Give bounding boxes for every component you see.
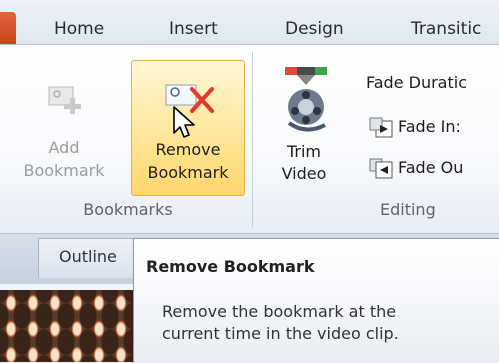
fade-out-label: Fade Ou (398, 158, 464, 177)
tooltip-title: Remove Bookmark (146, 257, 315, 276)
slide-thumbnail[interactable] (0, 290, 140, 362)
add-bookmark-icon (48, 86, 81, 114)
tooltip: Remove Bookmark Remove the bookmark at t… (133, 238, 499, 363)
group-separator (252, 52, 253, 228)
file-tab[interactable] (0, 12, 16, 44)
tooltip-line-1: Remove the bookmark at the (162, 302, 397, 321)
remove-bookmark-label-1: Remove (155, 140, 221, 159)
group-label-editing: Editing (380, 200, 436, 219)
tooltip-line-2: current time in the video clip. (162, 324, 399, 343)
trim-video-label-2: Video (281, 164, 327, 183)
trim-video-label-1: Trim (286, 142, 322, 161)
tab-transitions[interactable]: Transitic (411, 15, 481, 45)
add-bookmark-label-2: Bookmark (23, 161, 105, 180)
tooltip-description: Remove the bookmark at the current time … (162, 301, 492, 345)
trim-video-icon (285, 67, 327, 132)
fade-out-icon (369, 158, 393, 179)
fade-in-control[interactable]: Fade In: (368, 114, 499, 140)
mouse-cursor-icon (173, 106, 195, 138)
fade-in-label: Fade In: (398, 117, 461, 136)
tab-insert[interactable]: Insert (169, 15, 218, 45)
group-label-bookmarks: Bookmarks (83, 200, 173, 219)
tab-home[interactable]: Home (54, 15, 104, 45)
tab-outline[interactable]: Outline (38, 238, 148, 278)
remove-bookmark-label-2: Bookmark (147, 163, 229, 182)
add-bookmark-button[interactable]: Add Bookmark (8, 62, 120, 196)
add-bookmark-label-1: Add (48, 138, 80, 157)
fade-out-control[interactable]: Fade Ou (368, 155, 499, 181)
tab-design[interactable]: Design (285, 15, 344, 45)
fade-in-icon (369, 117, 393, 138)
trim-video-button[interactable]: Trim Video (260, 60, 348, 196)
remove-bookmark-button[interactable]: Remove Bookmark (131, 60, 245, 196)
fade-duration-label: Fade Duratic (366, 73, 467, 92)
